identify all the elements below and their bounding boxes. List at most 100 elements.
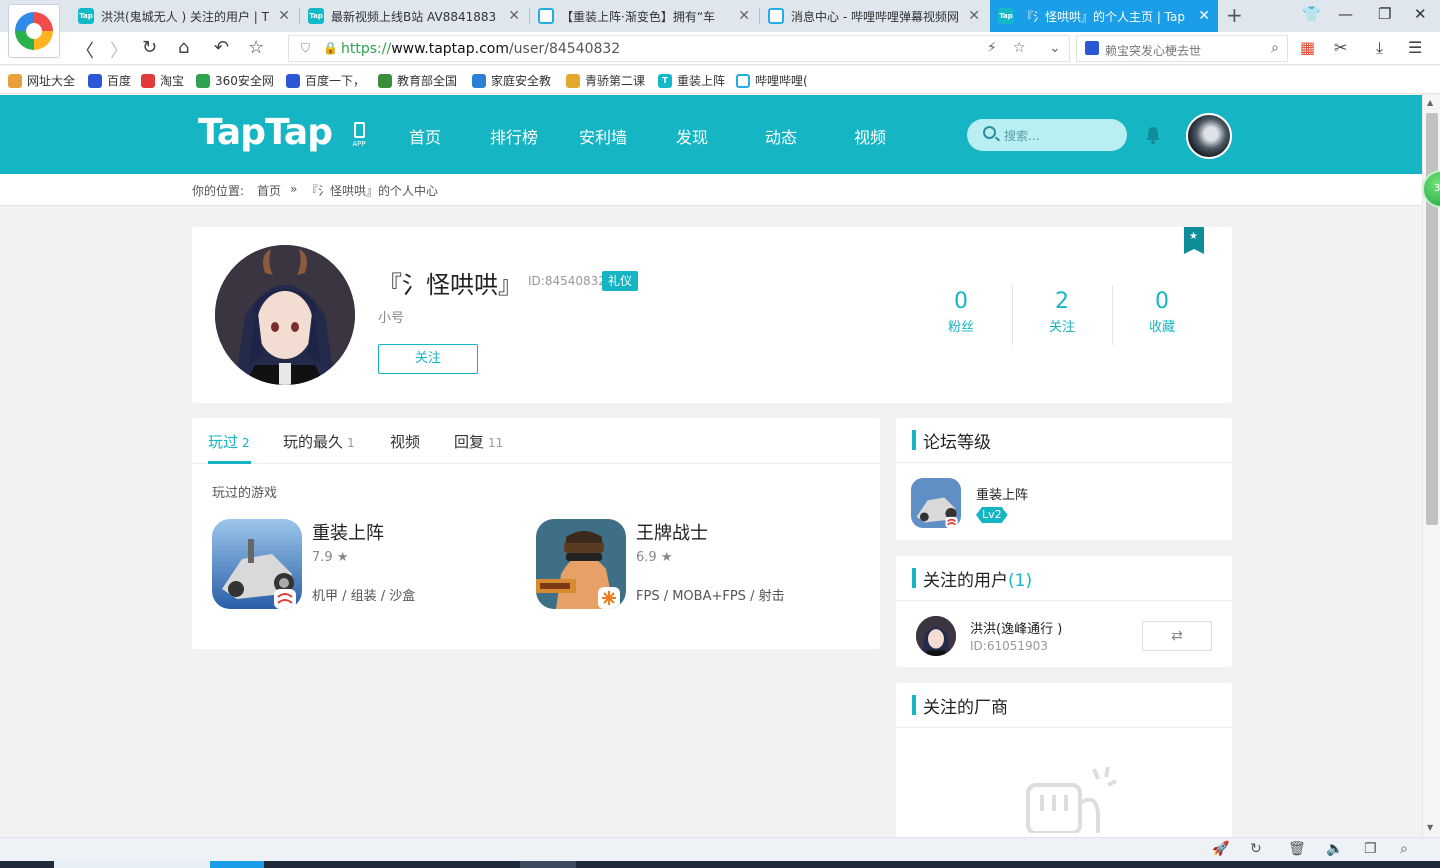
volume-icon[interactable]: 🔈 xyxy=(1326,841,1343,857)
nav-home[interactable]: 首页 xyxy=(409,124,441,148)
forward-icon[interactable]: 〉 xyxy=(110,37,128,63)
bookmark-item[interactable]: T 重装上阵 xyxy=(658,72,725,89)
stat-following[interactable]: 2 关注 xyxy=(1012,289,1112,335)
bookmark-item[interactable]: 360安全网 xyxy=(196,72,274,89)
stat-favorites[interactable]: 0 收藏 xyxy=(1112,289,1212,335)
breadcrumb: 你的位置: 首页 » 『氵怪哄哄』的个人中心 xyxy=(0,174,1422,206)
nav-rankings[interactable]: 排行榜 xyxy=(490,124,538,148)
browser-search-box[interactable]: 赖宝突发心梗去世 ⌕ xyxy=(1076,35,1288,62)
browser-tab-2[interactable]: Tap 最新视频上线B站 AV8841883 ✕ xyxy=(300,0,528,32)
window-icon[interactable]: ❐ xyxy=(1364,841,1377,857)
profile-card: 『氵怪哄哄』 ID:84540832 礼仪 小号 关注 0 粉丝 2 关注 0 … xyxy=(192,227,1232,403)
game-rating: 7.9 ★ xyxy=(312,550,349,565)
nav-discover[interactable]: 发现 xyxy=(676,124,708,148)
download-icon[interactable]: ⤓ xyxy=(1376,38,1383,58)
browser-logo-icon[interactable] xyxy=(8,4,60,58)
apps-grid-icon[interactable]: ▦ xyxy=(1300,38,1315,57)
phone-icon xyxy=(353,122,365,138)
search-icon[interactable]: ⌕ xyxy=(1271,40,1279,56)
bookmark-item[interactable]: 网址大全 xyxy=(8,72,75,89)
home-icon[interactable]: ⌂ xyxy=(178,37,189,58)
breadcrumb-current: 『氵怪哄哄』的个人中心 xyxy=(306,184,439,198)
browser-tab-3[interactable]: 【重装上阵·渐变色】拥有“车 ✕ xyxy=(530,0,758,32)
chevron-down-icon[interactable]: ⌄ xyxy=(1049,40,1061,56)
refresh-icon[interactable]: ↻ xyxy=(1250,841,1262,857)
taptap-logo[interactable]: TapTap xyxy=(198,112,333,153)
bookmark-star-icon[interactable]: ☆ xyxy=(1013,40,1026,56)
close-tab-icon[interactable]: ✕ xyxy=(508,8,520,24)
trash-icon[interactable]: 🗑 xyxy=(1288,841,1306,857)
game-name[interactable]: 重装上阵 xyxy=(312,519,384,545)
followed-user-name[interactable]: 洪洪(逸峰通行 ) xyxy=(970,618,1062,637)
follow-button[interactable]: 关注 xyxy=(378,344,478,374)
game-item[interactable]: 重装上阵 7.9 ★ 机甲 / 组装 / 沙盒 xyxy=(212,519,512,609)
bookmark-item[interactable]: 家庭安全教 xyxy=(472,72,551,89)
close-window-icon[interactable]: ✕ xyxy=(1414,5,1427,23)
app-download-button[interactable]: APP xyxy=(350,122,368,150)
forum-level-card: 论坛等级 重装上阵 Lv2 xyxy=(896,418,1232,540)
zoom-icon[interactable]: ⌕ xyxy=(1400,841,1408,857)
nav-feed[interactable]: 动态 xyxy=(765,124,797,148)
game-name[interactable]: 王牌战士 xyxy=(636,519,708,545)
close-tab-icon[interactable]: ✕ xyxy=(278,8,290,24)
site-search-input[interactable]: 搜索... xyxy=(967,119,1127,151)
address-bar[interactable]: ⛉ 🔒 https://www.taptap.com/user/84540832… xyxy=(288,35,1070,62)
nav-videos[interactable]: 视频 xyxy=(854,124,886,148)
browser-tab-5-active[interactable]: Tap 『氵怪哄哄』的个人主页 | Tap ✕ xyxy=(990,0,1218,32)
followed-vendors-card: 关注的厂商 xyxy=(896,683,1232,837)
bookmark-item[interactable]: 哔哩哔哩( xyxy=(736,72,808,89)
new-tab-icon[interactable]: + xyxy=(1226,3,1243,27)
nav-recommend-wall[interactable]: 安利墙 xyxy=(579,124,627,148)
minimize-icon[interactable]: — xyxy=(1338,5,1353,23)
reload-icon[interactable]: ↻ xyxy=(142,37,157,58)
profile-avatar xyxy=(215,245,355,385)
level-game-name[interactable]: 重装上阵 xyxy=(976,484,1028,503)
stat-fans[interactable]: 0 粉丝 xyxy=(911,289,1011,335)
bookmark-item[interactable]: 淘宝 xyxy=(141,72,184,89)
rocket-icon[interactable]: 🚀 xyxy=(1212,841,1229,857)
bookmark-item[interactable]: 青骄第二课 xyxy=(566,72,645,89)
game-icon-crossout[interactable] xyxy=(212,519,302,609)
bell-icon[interactable] xyxy=(1144,126,1162,144)
scroll-down-icon[interactable]: ▼ xyxy=(1427,823,1433,832)
restore-icon[interactable]: ❐ xyxy=(1378,5,1391,23)
favorite-star-icon[interactable]: ☆ xyxy=(248,37,264,58)
empty-state-icon xyxy=(1026,766,1117,833)
tab-videos[interactable]: 视频 xyxy=(390,431,424,452)
bookmark-favicon-icon xyxy=(472,73,486,88)
game-icon-ace-warrior[interactable] xyxy=(536,519,626,609)
game-item[interactable]: 王牌战士 6.9 ★ FPS / MOBA+FPS / 射击 xyxy=(536,519,856,609)
scissors-icon[interactable]: ✂ xyxy=(1334,38,1347,57)
game-icon-crossout[interactable] xyxy=(911,478,961,528)
bookmark-favicon-icon xyxy=(88,73,102,88)
lightning-icon[interactable]: ⚡ xyxy=(987,40,997,56)
followed-user-avatar[interactable] xyxy=(916,616,956,656)
close-tab-icon[interactable]: ✕ xyxy=(968,8,980,24)
breadcrumb-home-link[interactable]: 首页 xyxy=(257,182,281,199)
profile-user-id: ID:84540832 xyxy=(528,274,606,288)
bookmark-favicon-icon xyxy=(736,73,750,88)
page-viewport: TapTap APP 首页 排行榜 安利墙 发现 动态 视频 搜索... 你的位… xyxy=(0,95,1422,837)
tab-played-longest[interactable]: 玩的最久 1 xyxy=(283,431,355,452)
close-tab-icon[interactable]: ✕ xyxy=(1198,8,1210,24)
bookmark-favicon-icon xyxy=(286,73,300,88)
back-icon[interactable]: 〈 xyxy=(76,37,94,63)
browser-tab-1[interactable]: Tap 洪洪(鬼城无人 ) 关注的用户 | T ✕ xyxy=(70,0,298,32)
mutual-follow-button[interactable]: ⇄ xyxy=(1142,621,1212,651)
undo-icon[interactable]: ↶ xyxy=(214,37,229,58)
close-tab-icon[interactable]: ✕ xyxy=(738,8,750,24)
search-engine-icon xyxy=(1085,41,1099,55)
following-title: 关注的用户 xyxy=(923,571,1008,591)
tab-replies[interactable]: 回复 11 xyxy=(454,431,503,452)
profile-subtitle: 小号 xyxy=(378,311,405,326)
browser-tab-4[interactable]: 消息中心 - 哔哩哔哩弹幕视频网 ✕ xyxy=(760,0,988,32)
scroll-up-icon[interactable]: ▲ xyxy=(1427,98,1433,107)
skin-icon[interactable]: 👕 xyxy=(1302,5,1321,23)
bookmark-item[interactable]: 教育部全国 xyxy=(378,72,457,89)
menu-icon[interactable]: ☰ xyxy=(1408,38,1422,57)
bookmark-item[interactable]: 百度一下， xyxy=(286,72,365,89)
active-tab-underline xyxy=(208,461,251,464)
user-avatar[interactable] xyxy=(1186,113,1232,159)
bookmark-item[interactable]: 百度 xyxy=(88,72,131,89)
tab-played[interactable]: 玩过 2 xyxy=(208,431,250,452)
